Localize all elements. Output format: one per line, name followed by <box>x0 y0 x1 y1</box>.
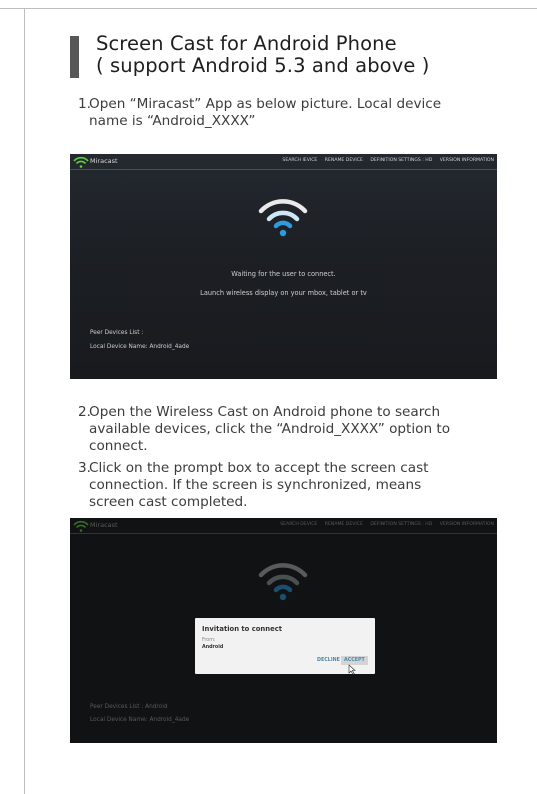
menu-search-device[interactable]: SEARCH DEVICE <box>280 522 317 527</box>
menu-version-information[interactable]: VERSION INFORMATION <box>440 158 494 163</box>
step-text-line: available devices, click the “Android_XX… <box>89 421 451 437</box>
waiting-text: Waiting for the user to connect. <box>231 270 336 278</box>
step-text-line: Click on the prompt box to accept the sc… <box>89 460 429 476</box>
step-text-line: connect. <box>89 438 148 454</box>
local-device-label: Local Device Name: <box>90 344 148 350</box>
local-device-row: Local Device Name: Android_4ade <box>90 344 189 350</box>
miracast-logo-icon <box>73 520 89 532</box>
local-device-label: Local Device Name: <box>90 717 148 723</box>
app-bar: Miracast SEARCH IEVICE RENAME DEVICE DEF… <box>70 154 497 170</box>
miracast-screenshot-invitation: Miracast SEARCH DEVICE RENAME DEVICE DEF… <box>70 518 497 743</box>
step-1: 1. Open “Miracast” App as below picture.… <box>78 96 498 130</box>
app-menu: SEARCH IEVICE RENAME DEVICE DEFINITION S… <box>276 158 494 163</box>
step-text-line: Open the Wireless Cast on Android phone … <box>89 404 441 420</box>
step-text-line: connection. If the screen is synchronize… <box>89 477 422 493</box>
step-number: 2. <box>78 404 91 420</box>
app-name: Miracast <box>90 521 118 529</box>
menu-rename-device[interactable]: RENAME DEVICE <box>325 522 363 527</box>
peer-devices-label: Peer Devices List : <box>90 330 144 336</box>
decline-button[interactable]: DECLINE <box>314 656 343 665</box>
peer-device-value[interactable]: Android <box>145 704 167 710</box>
cursor-icon <box>348 664 356 675</box>
local-device-value: Android_4ade <box>149 344 190 350</box>
app-menu: SEARCH DEVICE RENAME DEVICE DEFINITION S… <box>274 522 494 527</box>
step-3: 3. Click on the prompt box to accept the… <box>78 460 518 511</box>
step-text-line: screen cast completed. <box>89 494 248 510</box>
app-name: Miracast <box>90 157 118 165</box>
wifi-icon <box>258 199 308 237</box>
step-2: 2. Open the Wireless Cast on Android pho… <box>78 404 518 455</box>
local-device-row: Local Device Name: Android_4ade <box>90 717 189 723</box>
step-text-line: Open “Miracast” App as below picture. Lo… <box>89 96 442 112</box>
local-device-value: Android_4ade <box>149 717 190 723</box>
dialog-title: Invitation to connect <box>202 625 282 633</box>
title-accent-bar <box>70 36 79 78</box>
left-border-line <box>24 9 25 794</box>
step-text-line: name is “Android_XXXX” <box>89 113 256 129</box>
wifi-icon <box>258 563 308 601</box>
menu-definition-settings[interactable]: DEFINITION SETTINGS : HD <box>370 522 432 527</box>
launch-text: Launch wireless display on your mbox, ta… <box>200 289 367 297</box>
step-number: 1. <box>78 96 91 112</box>
peer-devices-label: Peer Devices List : <box>90 704 144 710</box>
step-number: 3. <box>78 460 91 476</box>
miracast-logo-icon <box>73 156 89 168</box>
top-border-line <box>0 8 537 9</box>
peer-devices-row: Peer Devices List : Android <box>90 704 168 710</box>
app-bar: Miracast SEARCH DEVICE RENAME DEVICE DEF… <box>70 518 497 534</box>
menu-definition-settings[interactable]: DEFINITION SETTINGS : HD <box>370 158 432 163</box>
menu-search-device[interactable]: SEARCH IEVICE <box>282 158 317 163</box>
title-line-2: ( support Android 5.3 and above ) <box>96 54 430 77</box>
dialog-from-value: Android <box>202 645 224 650</box>
miracast-screenshot-waiting: Miracast SEARCH IEVICE RENAME DEVICE DEF… <box>70 154 497 379</box>
page-title: Screen Cast for Android Phone ( support … <box>96 33 429 77</box>
title-line-1: Screen Cast for Android Phone <box>96 32 397 55</box>
menu-rename-device[interactable]: RENAME DEVICE <box>325 158 363 163</box>
invitation-dialog: Invitation to connect From: Android DECL… <box>195 618 375 675</box>
dialog-from-label: From: <box>202 638 216 643</box>
menu-version-information[interactable]: VERSION INFORMATION <box>440 522 494 527</box>
